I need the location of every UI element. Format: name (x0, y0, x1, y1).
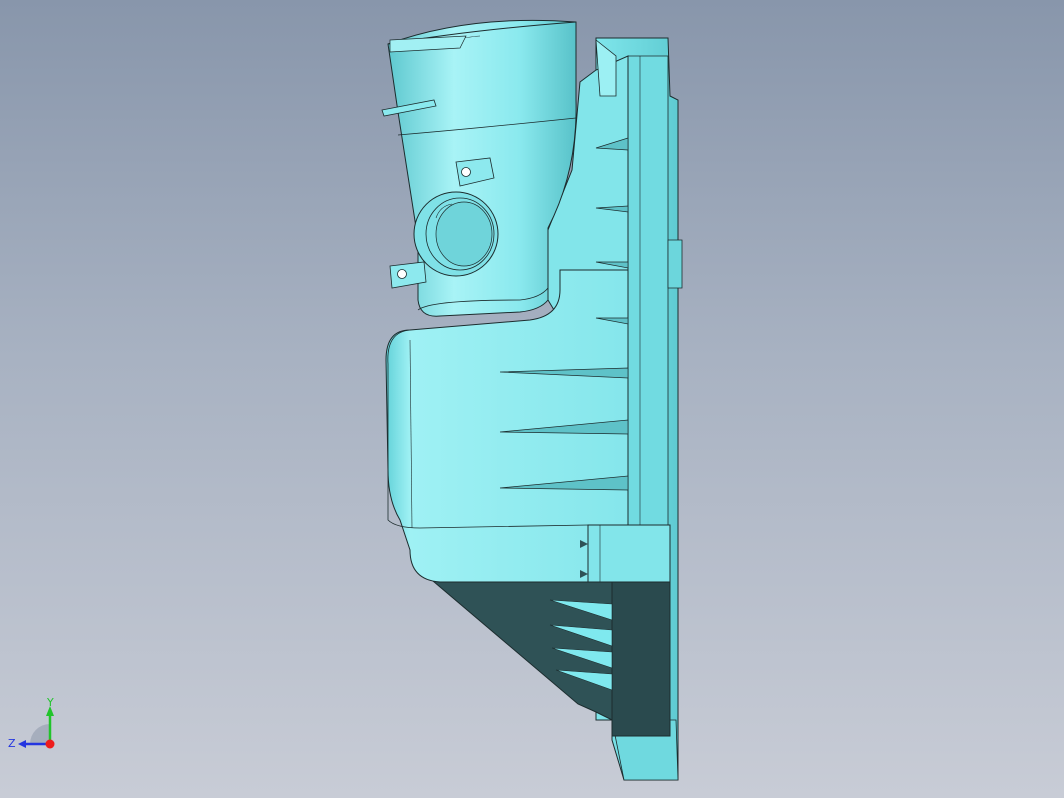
3d-viewport[interactable]: Y Z (0, 0, 1064, 798)
orientation-triad: Y Z (8, 698, 55, 750)
sensor-port (413, 191, 499, 277)
housing-underside (418, 569, 671, 737)
y-axis-label: Y (46, 698, 54, 709)
z-axis-label: Z (8, 737, 16, 750)
cad-model[interactable] (0, 0, 1064, 798)
